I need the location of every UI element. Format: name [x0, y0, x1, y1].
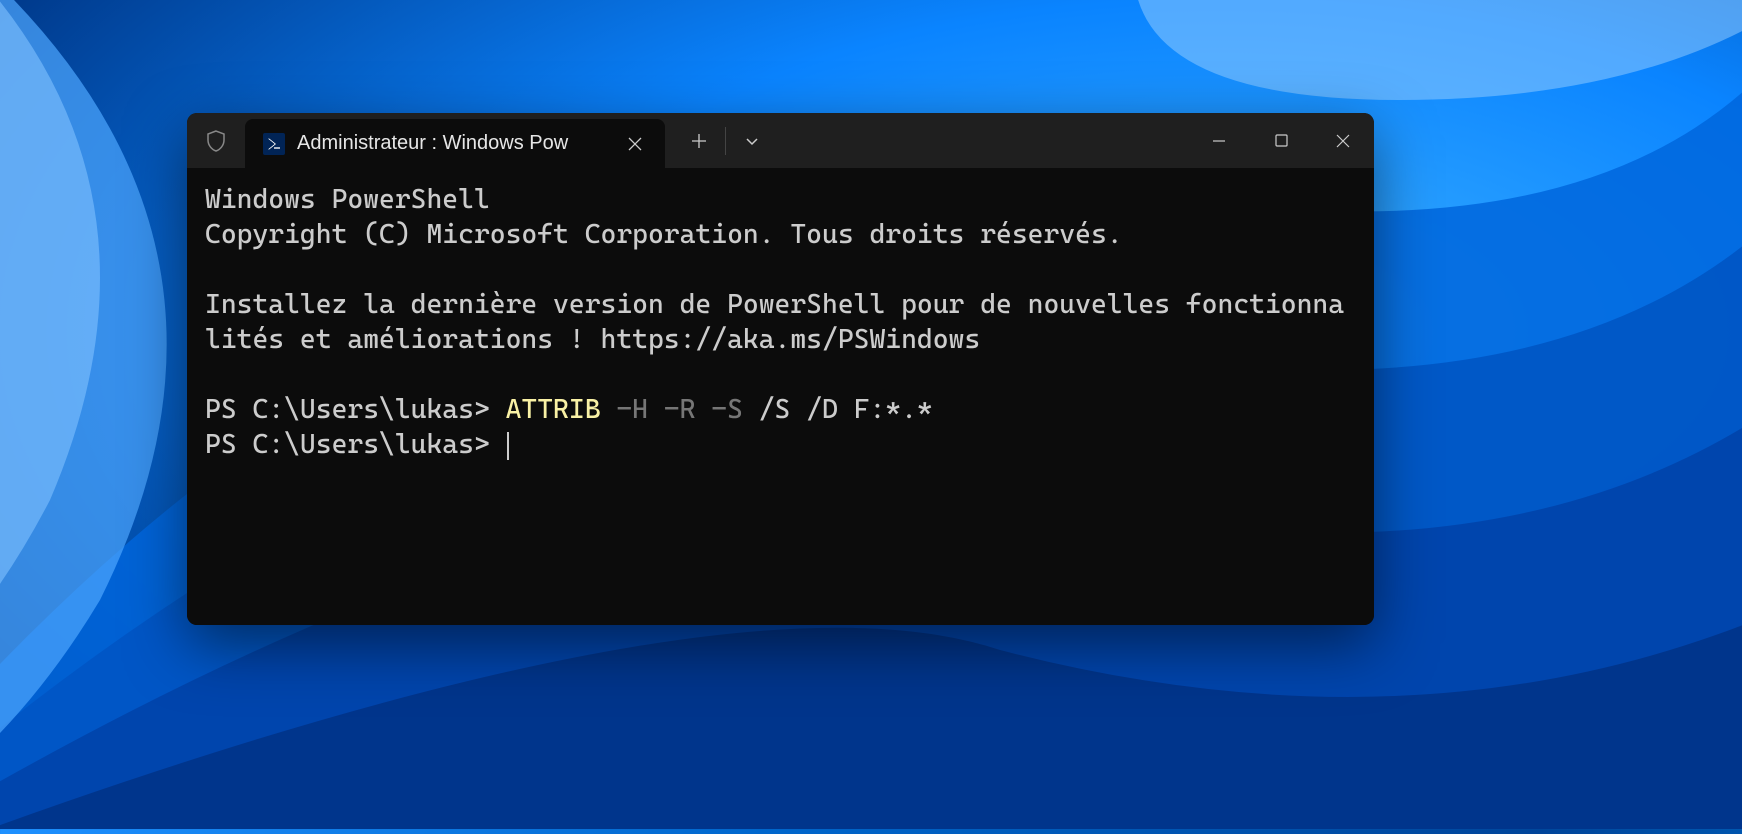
command-args: /S /D F:*.* — [743, 394, 933, 425]
prompt: PS C:\Users\lukas> — [205, 394, 506, 425]
prompt: PS C:\Users\lukas> — [205, 429, 506, 460]
titlebar-shield-area — [187, 113, 245, 168]
tab-divider — [725, 127, 726, 155]
terminal-command-line: PS C:\Users\lukas> ATTRIB -H -R -S /S /D… — [205, 392, 1356, 427]
terminal-header: Windows PowerShell — [205, 182, 1356, 217]
minimize-icon — [1212, 134, 1226, 148]
command-keyword: ATTRIB — [506, 394, 601, 425]
minimize-button[interactable] — [1188, 113, 1250, 168]
new-tab-button[interactable] — [675, 121, 723, 161]
terminal-output[interactable]: Windows PowerShellCopyright (C) Microsof… — [187, 168, 1374, 625]
chevron-down-icon — [745, 134, 759, 148]
terminal-prompt-current: PS C:\Users\lukas> — [205, 427, 1356, 462]
maximize-button[interactable] — [1250, 113, 1312, 168]
titlebar[interactable]: Administrateur : Windows Pow — [187, 113, 1374, 168]
maximize-icon — [1275, 134, 1288, 147]
window-controls — [1188, 113, 1374, 168]
terminal-window: Administrateur : Windows Pow — [187, 113, 1374, 625]
terminal-install-msg: Installez la dernière version de PowerSh… — [205, 287, 1356, 357]
tab-dropdown-button[interactable] — [728, 121, 776, 161]
close-icon — [1336, 134, 1350, 148]
close-window-button[interactable] — [1312, 113, 1374, 168]
blank-line — [205, 252, 1356, 287]
tab-powershell[interactable]: Administrateur : Windows Pow — [245, 119, 665, 168]
command-flags: -H -R -S — [601, 394, 743, 425]
terminal-copyright: Copyright (C) Microsoft Corporation. Tou… — [205, 217, 1356, 252]
close-icon — [628, 137, 642, 151]
plus-icon — [691, 133, 707, 149]
powershell-icon — [263, 133, 285, 155]
blank-line — [205, 357, 1356, 392]
cursor — [507, 432, 509, 460]
shield-icon — [204, 129, 228, 153]
tab-title: Administrateur : Windows Pow — [297, 132, 609, 155]
titlebar-drag-area[interactable] — [776, 113, 1188, 168]
tab-actions — [665, 113, 776, 168]
tab-close-button[interactable] — [621, 130, 649, 158]
